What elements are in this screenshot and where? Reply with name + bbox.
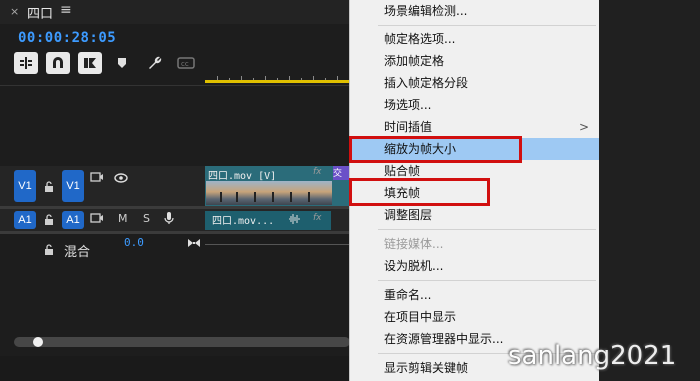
mix-volume-value[interactable]: 0.0: [124, 236, 144, 249]
svg-text:cc: cc: [181, 60, 189, 68]
wrench-icon: [149, 56, 162, 69]
menu-item-time-interpolation-label: 时间插值: [384, 120, 433, 134]
header-divider: [0, 85, 350, 86]
menu-item-rename[interactable]: 重命名...: [350, 284, 599, 306]
waveform-icon: [288, 213, 300, 225]
v1-track-target[interactable]: V1: [62, 170, 84, 202]
eye-icon[interactable]: [114, 173, 128, 183]
menu-separator: [378, 280, 596, 281]
nest-toggle-button[interactable]: [14, 52, 38, 74]
annotation-box-fill-frame: [349, 178, 490, 206]
watermark: sanlang2021: [508, 341, 677, 371]
mix-volume-line[interactable]: [205, 244, 350, 245]
menu-item-time-interpolation[interactable]: 时间插值 >: [350, 116, 599, 138]
menu-item-link-media: 链接媒体...: [384, 237, 444, 251]
panel-menu-icon[interactable]: ≡: [60, 2, 72, 18]
background-panel: [598, 0, 700, 381]
menu-separator: [378, 25, 596, 26]
playhead-timecode[interactable]: 00:00:28:05: [18, 30, 116, 46]
mix-lock-icon[interactable]: [44, 244, 54, 256]
video-clip-label: 四口.mov [V]: [208, 171, 277, 182]
menu-item-add-frame-hold[interactable]: 添加帧定格: [350, 50, 599, 72]
menu-separator: [378, 229, 596, 230]
menu-item-frame-hold-options[interactable]: 帧定格选项...: [350, 28, 599, 50]
menu-item-reveal-in-project[interactable]: 在项目中显示: [350, 306, 599, 328]
microphone-icon[interactable]: [164, 211, 174, 225]
menu-item-scene-edit-detection[interactable]: 场景编辑检测...: [350, 0, 599, 22]
captions-button[interactable]: cc: [176, 54, 196, 72]
a1-lock-icon[interactable]: [44, 214, 54, 226]
linked-selection-button[interactable]: [78, 52, 102, 74]
snap-icon: [20, 57, 32, 69]
mute-track-button[interactable]: M: [118, 212, 128, 225]
audio-fx-badge: fx: [313, 213, 322, 223]
menu-item-adjustment-layer[interactable]: 调整图层: [350, 204, 599, 226]
v1-source-patch[interactable]: V1: [14, 170, 36, 202]
add-marker-button[interactable]: [112, 54, 132, 72]
a1-sync-lock-icon[interactable]: [90, 213, 104, 223]
v1-lock-icon[interactable]: [44, 181, 54, 193]
sync-lock-film-icon[interactable]: [90, 172, 104, 182]
mix-track-label: 混合: [64, 245, 91, 260]
audio-clip-label: 四口.mov...: [212, 216, 275, 227]
close-tab-icon[interactable]: ×: [10, 5, 19, 18]
timeline-settings-button[interactable]: [144, 54, 164, 72]
zoom-scroll-handle[interactable]: [33, 337, 43, 347]
menu-item-field-options[interactable]: 场选项...: [350, 94, 599, 116]
linked-selection-icon: [84, 58, 96, 68]
video-thumbnails: [206, 181, 332, 205]
magnet-icon: [53, 57, 63, 68]
submenu-arrow-icon: >: [578, 120, 589, 134]
menu-item-make-offline[interactable]: 设为脱机...: [350, 255, 599, 277]
captions-icon: cc: [177, 57, 195, 69]
mix-end-icon[interactable]: [187, 238, 201, 248]
menu-item-insert-frame-hold-segment[interactable]: 插入帧定格分段: [350, 72, 599, 94]
work-area-bar[interactable]: [205, 80, 350, 83]
annotation-box-scale-to-frame-size: [349, 136, 522, 163]
sequence-tab-title[interactable]: 四口: [27, 3, 53, 22]
a1-track-target[interactable]: A1: [62, 211, 84, 229]
a1-source-patch[interactable]: A1: [14, 211, 36, 229]
video-fx-badge: fx: [313, 167, 322, 177]
transition-marker[interactable]: 交: [333, 166, 350, 180]
bottom-bar: [0, 356, 350, 381]
solo-track-button[interactable]: S: [143, 212, 150, 225]
marker-icon: [118, 58, 126, 68]
snap-button[interactable]: [46, 52, 70, 74]
timeline-zoom-scrollbar[interactable]: [14, 337, 350, 347]
